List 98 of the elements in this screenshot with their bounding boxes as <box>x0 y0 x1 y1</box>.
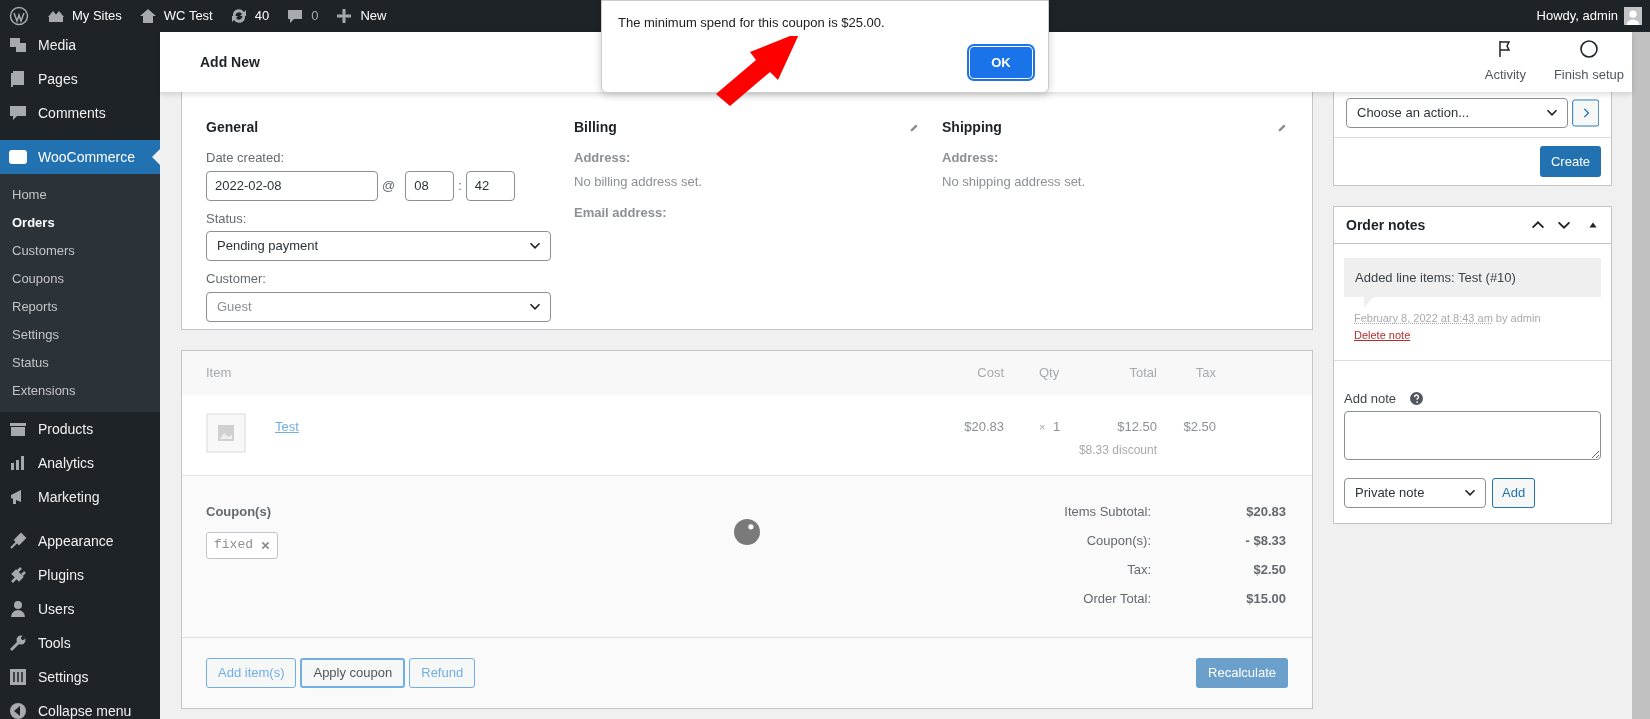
action-button[interactable]: Apply coupon <box>300 658 406 688</box>
note-bubble: Added line items: Test (#10) <box>1344 258 1601 297</box>
scrollbar[interactable] <box>1632 32 1650 719</box>
user-icon <box>8 599 28 619</box>
qty-text: 1 <box>1053 418 1061 436</box>
submenu-item[interactable]: Reports <box>0 293 160 321</box>
sidebar-item[interactable]: Marketing <box>0 480 160 514</box>
sidebar-item[interactable]: WooCommerce <box>0 140 160 174</box>
discount-text: $8.33 discount <box>1078 442 1157 459</box>
coupons-label: Coupon(s) <box>206 503 271 521</box>
total-text: $12.50 <box>1117 418 1157 436</box>
remove-icon[interactable] <box>261 540 270 550</box>
sidebar-item[interactable]: Tools <box>0 626 160 660</box>
column-header: Tax <box>1195 364 1216 383</box>
total-label: Order Total: <box>1083 590 1151 607</box>
toolbar-item[interactable]: WC Test <box>129 0 221 32</box>
submenu-item[interactable]: Customers <box>0 237 160 265</box>
column-header: Qty <box>1039 364 1060 383</box>
field-label: Status: <box>206 209 248 228</box>
account-menu[interactable]: Howdy, admin <box>1536 0 1650 32</box>
header-action[interactable]: Finish setup <box>1553 39 1624 85</box>
field-label: Address: <box>574 149 632 167</box>
coupon-tag: fixed <box>206 531 278 559</box>
panel-title: Order notes <box>1346 215 1426 235</box>
cost-text: $20.83 <box>964 418 1004 436</box>
field-label: Email address: <box>574 204 668 222</box>
field-label: Date created: <box>206 149 286 167</box>
sidebar-item[interactable]: Settings <box>0 660 160 694</box>
create-button[interactable]: Create <box>1539 146 1601 177</box>
total-value: $15.00 <box>1245 590 1286 607</box>
section-heading: Shipping <box>942 118 1002 137</box>
page-title: Add New <box>200 52 260 72</box>
brush-icon <box>8 531 28 551</box>
toolbar-item[interactable]: 0 <box>277 0 327 32</box>
wrench-icon <box>8 633 28 653</box>
field-label: Customer: <box>206 270 267 288</box>
total-value: - $8.33 <box>1244 532 1286 549</box>
submenu-item[interactable]: Status <box>0 349 160 377</box>
circle-icon <box>1578 39 1599 60</box>
address-text: No billing address set. <box>574 172 703 191</box>
comment-icon <box>8 103 28 123</box>
sidebar-item[interactable]: Users <box>0 592 160 626</box>
image-placeholder-icon <box>206 413 246 453</box>
toolbar-item[interactable]: My Sites <box>38 0 130 32</box>
field-label: Address: <box>942 149 1000 167</box>
column-header: Cost <box>977 364 1004 383</box>
date-field[interactable]: 2022-02-08 <box>206 170 378 201</box>
at-sign: @ <box>382 176 396 195</box>
section-heading: General <box>206 118 260 137</box>
note-textarea[interactable] <box>1344 410 1601 460</box>
sidebar-item[interactable]: Products <box>0 412 160 446</box>
sidebar-item[interactable]: Analytics <box>0 446 160 480</box>
avatar-icon <box>1624 7 1642 25</box>
column-header: Item <box>206 364 232 383</box>
sidebar-item[interactable]: Plugins <box>0 558 160 592</box>
status-select[interactable]: Pending payment <box>206 231 551 261</box>
section-heading: Billing <box>574 118 617 137</box>
add-note-button[interactable]: Add <box>1492 477 1536 508</box>
help-icon[interactable] <box>1410 392 1424 406</box>
woo-icon <box>8 147 28 167</box>
field-label: Add note <box>1344 390 1397 408</box>
total-label: Items Subtotal: <box>1064 503 1151 520</box>
submenu-item[interactable]: Home <box>0 181 160 209</box>
header-action[interactable]: Activity <box>1484 39 1526 85</box>
sliders-icon <box>8 667 28 687</box>
note-type-select[interactable]: Private note <box>1344 477 1486 508</box>
total-value: $2.50 <box>1252 561 1286 578</box>
address-text: No shipping address set. <box>942 172 1087 191</box>
action-select[interactable]: Choose an action... <box>1346 98 1568 128</box>
media-icon <box>8 35 28 55</box>
current-pointer <box>152 149 160 165</box>
hour-field[interactable]: 08 <box>405 170 455 201</box>
sidebar-item[interactable]: Media <box>0 32 160 62</box>
delete-note-link[interactable]: Delete note <box>1354 329 1411 341</box>
total-label: Coupon(s): <box>1086 532 1151 549</box>
sidebar-item[interactable]: Appearance <box>0 524 160 558</box>
sidebar-item[interactable]: Collapse menu <box>0 694 160 719</box>
submenu-item[interactable]: Coupons <box>0 265 160 293</box>
ok-button[interactable]: OK <box>970 47 1032 78</box>
submenu-item[interactable]: Settings <box>0 321 160 349</box>
spinner-icon <box>734 519 760 545</box>
submenu-item[interactable]: Extensions <box>0 377 160 405</box>
minute-field[interactable]: 42 <box>465 170 515 201</box>
total-value: $20.83 <box>1245 503 1286 520</box>
submenu-item[interactable]: Orders <box>0 209 160 237</box>
column-header: Total <box>1129 364 1157 383</box>
toolbar-item[interactable]: 40 <box>220 0 278 32</box>
chevron-right-icon[interactable] <box>1571 98 1599 128</box>
total-label: Tax: <box>1127 561 1151 578</box>
dialog-message: The minimum spend for this coupon is $25.00. <box>618 14 885 32</box>
tax-text: $2.50 <box>1183 418 1216 436</box>
wordpress-logo-icon <box>9 6 29 26</box>
colon: : <box>458 176 462 195</box>
note-meta: February 8, 2022 at 8:43 am by admin Delete note <box>1353 311 1542 343</box>
sidebar-item[interactable]: Comments <box>0 96 160 130</box>
toolbar-item[interactable]: New <box>326 0 395 32</box>
times-sign: × <box>1039 420 1046 435</box>
sidebar-item[interactable]: Pages <box>0 62 160 96</box>
